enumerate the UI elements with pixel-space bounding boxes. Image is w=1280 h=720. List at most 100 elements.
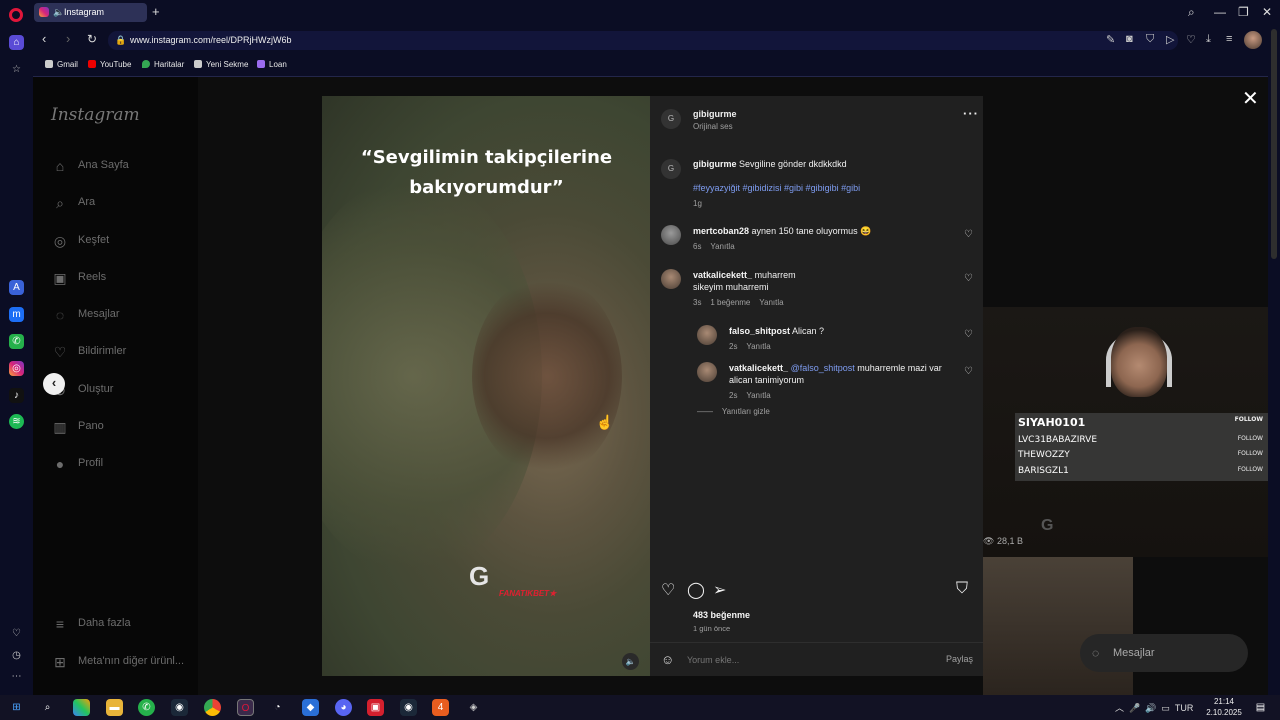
reply-avatar[interactable]: [697, 325, 717, 345]
steam-icon[interactable]: ◉: [400, 699, 417, 716]
windows-start-icon[interactable]: ⊞: [8, 699, 25, 716]
edit-icon[interactable]: ✎: [1106, 33, 1115, 46]
like-comment-heart-icon[interactable]: ♡: [964, 329, 973, 340]
camera-icon[interactable]: ◙: [1126, 33, 1133, 45]
taskbar-clock[interactable]: 21:14 2.10.2025: [1200, 696, 1248, 718]
like-comment-heart-icon[interactable]: ♡: [964, 229, 973, 240]
whatsapp-icon[interactable]: ✆: [9, 334, 24, 349]
like-count[interactable]: 483 beğenme: [693, 610, 750, 620]
post-comment-button[interactable]: Paylaş: [946, 654, 973, 664]
author-avatar[interactable]: G: [661, 159, 681, 179]
reply-avatar[interactable]: [697, 362, 717, 382]
nav-explore[interactable]: ◎ Keşfet: [49, 230, 189, 250]
instagram-logo[interactable]: Instagram: [51, 105, 140, 125]
shield-icon[interactable]: ⛉: [1146, 33, 1154, 46]
reel-video[interactable]: “Sevgilimin takipçilerine bakıyorumdur” …: [322, 96, 650, 676]
nav-messages[interactable]: ◌ Mesajlar: [49, 304, 189, 324]
download-icon[interactable]: ⤓: [1206, 33, 1211, 46]
comment-likes[interactable]: 1 beğenme: [710, 298, 750, 307]
nav-search[interactable]: ⌕ Ara: [49, 192, 189, 212]
browser-tab-instagram[interactable]: 🔈 Instagram: [34, 3, 147, 22]
volume-toggle-button[interactable]: 🔈: [622, 653, 639, 670]
like-comment-heart-icon[interactable]: ♡: [964, 366, 973, 377]
nav-more[interactable]: ≡ Daha fazla: [49, 613, 189, 633]
like-heart-icon[interactable]: ♡: [661, 580, 675, 600]
chrome-icon[interactable]: [204, 699, 221, 716]
whatsapp-icon[interactable]: ✆: [138, 699, 155, 716]
app-icon[interactable]: ◈: [465, 699, 482, 716]
play-icon[interactable]: ▷: [1166, 33, 1174, 46]
comment-avatar[interactable]: [661, 269, 681, 289]
aria-icon[interactable]: A: [9, 280, 24, 295]
nav-dashboard[interactable]: ▥ Pano: [49, 416, 189, 436]
back-button[interactable]: ‹: [42, 31, 46, 46]
minimize-button[interactable]: —: [1214, 5, 1226, 19]
audio-label[interactable]: Orijinal ses: [693, 122, 733, 131]
bookmark-loan[interactable]: Loan: [257, 60, 287, 69]
app-icon[interactable]: ◔: [269, 699, 286, 716]
close-window-button[interactable]: ✕: [1262, 5, 1272, 19]
bookmark-haritalar[interactable]: Haritalar: [142, 60, 184, 69]
scrollbar-thumb[interactable]: [1271, 29, 1277, 259]
spotify-icon[interactable]: ≋: [9, 414, 24, 429]
reply-button[interactable]: Yanıtla: [746, 342, 770, 351]
comment-bubble-icon[interactable]: ◯: [687, 580, 705, 600]
comment-avatar[interactable]: [661, 225, 681, 245]
more-icon[interactable]: ⋯: [9, 669, 24, 684]
app-icon[interactable]: ▣: [367, 699, 384, 716]
maximize-button[interactable]: ❐: [1238, 5, 1249, 19]
copilot-icon[interactable]: [73, 699, 90, 716]
bookmark-yeni-sekme[interactable]: Yeni Sekme: [194, 60, 248, 69]
reply-button[interactable]: Yanıtla: [710, 242, 734, 251]
close-modal-button[interactable]: ✕: [1242, 86, 1259, 111]
profile-avatar[interactable]: [1244, 31, 1262, 49]
app-icon[interactable]: ◆: [302, 699, 319, 716]
more-options-button[interactable]: ···: [963, 106, 979, 121]
like-comment-heart-icon[interactable]: ♡: [964, 273, 973, 284]
reply-button[interactable]: Yanıtla: [759, 298, 783, 307]
home-icon[interactable]: ⌂: [9, 35, 24, 50]
star-icon[interactable]: ☆: [9, 62, 24, 77]
bookmark-save-icon[interactable]: ⛉: [956, 580, 968, 598]
url-field[interactable]: 🔒 www.instagram.com/reel/DPRjHWzjW6b: [108, 31, 1178, 50]
steam-icon[interactable]: ◉: [171, 699, 188, 716]
nav-home[interactable]: ⌂ Ana Sayfa: [49, 155, 189, 175]
nav-notifications[interactable]: ♡ Bildirimler: [49, 341, 189, 361]
comment-input[interactable]: [687, 652, 927, 668]
bookmark-youtube[interactable]: YouTube: [88, 60, 131, 69]
author-avatar[interactable]: G: [661, 109, 681, 129]
forward-button[interactable]: ›: [66, 31, 70, 46]
search-icon[interactable]: ⌕: [39, 699, 56, 716]
opera-logo-icon[interactable]: [9, 8, 23, 22]
search-tabs-icon[interactable]: ⌕: [1188, 5, 1195, 20]
opera-taskbar-icon[interactable]: O: [237, 699, 254, 716]
speaker-icon[interactable]: 🔈: [53, 3, 64, 22]
hide-replies-button[interactable]: —— Yanıtları gizle: [697, 407, 770, 416]
notifications-icon[interactable]: ▤: [1252, 699, 1269, 716]
page-scrollbar[interactable]: [1268, 27, 1280, 695]
language-indicator[interactable]: TUR: [1175, 703, 1194, 713]
file-explorer-icon[interactable]: ▬: [106, 699, 123, 716]
new-tab-button[interactable]: +: [152, 4, 160, 19]
system-tray[interactable]: ︿ 🎤 🔊 ▭ TUR: [1115, 701, 1193, 714]
share-send-icon[interactable]: ➢: [713, 580, 726, 600]
messenger-icon[interactable]: m: [9, 307, 24, 322]
emoji-icon[interactable]: ☺: [661, 652, 674, 667]
instagram-icon[interactable]: ◎: [9, 361, 24, 376]
messages-pill-button[interactable]: ◌ Mesajlar: [1080, 634, 1248, 672]
reload-button[interactable]: ↻: [87, 32, 97, 46]
nav-create[interactable]: ⊕Oluştur: [49, 379, 189, 399]
menu-icon[interactable]: ≡: [1226, 33, 1232, 45]
app-icon[interactable]: 4: [432, 699, 449, 716]
tiktok-icon[interactable]: ♪: [9, 388, 24, 403]
previous-reel-button[interactable]: ‹: [43, 373, 65, 395]
heart-icon[interactable]: ♡: [1186, 33, 1196, 46]
nav-meta-products[interactable]: ⊞ Meta'nın diğer ürünl...: [49, 651, 189, 671]
nav-reels[interactable]: ▣ Reels: [49, 267, 189, 287]
bookmark-gmail[interactable]: Gmail: [45, 60, 78, 69]
post-hashtags[interactable]: #feyyazyiğit #gibidizisi #gibi #gibigibi…: [693, 182, 973, 194]
discord-icon[interactable]: ◕: [335, 699, 352, 716]
reply-button[interactable]: Yanıtla: [746, 391, 770, 400]
author-username[interactable]: gibigurme: [693, 108, 737, 120]
history-icon[interactable]: ◷: [9, 648, 24, 663]
